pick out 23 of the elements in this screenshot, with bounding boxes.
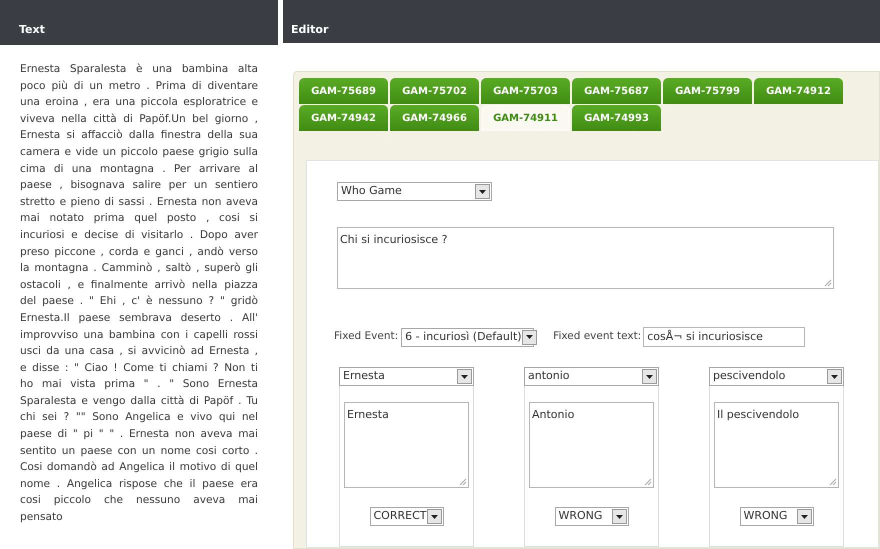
- dropdown[interactable]: WRONG: [554, 507, 628, 526]
- resize-grip-icon[interactable]: [459, 478, 467, 486]
- resize-grip-icon[interactable]: [824, 279, 832, 287]
- text-field[interactable]: cosÅ¬ si incuriosisce: [643, 327, 806, 347]
- panel-header: Text: [0, 0, 278, 45]
- dropdown[interactable]: 6 - incuriosì (Default): [401, 328, 534, 346]
- question-text-area[interactable]: Chi si incuriosisce ?: [337, 227, 834, 289]
- field-label: Fixed event text:: [553, 329, 642, 344]
- answer-text-area[interactable]: Ernesta: [344, 402, 469, 488]
- dropdown[interactable]: Ernesta: [339, 367, 474, 386]
- dropdown[interactable]: pescivendolo: [709, 367, 844, 386]
- dropdown[interactable]: CORRECT: [370, 507, 444, 526]
- answer-text-area[interactable]: Il pescivendolo: [714, 402, 839, 488]
- dropdown[interactable]: WRONG: [740, 507, 814, 526]
- field-label: Fixed Event:: [334, 329, 398, 344]
- story-text: Ernesta Sparalesta è una bambina alta poco più di un metro . Prima di diventare una eroina , era una piccola esploratrice e viveva nella città di Papöf.Un bel giorno , Ernesta si affacciò dalla finestra della sua camera e vide un piccolo paese grigio sulla cima di una montagna . Per arrivare al paese , bisognava salire per un sentiero stretto e pieno di sassi . Ernesta non aveva mai notato prima quel posto , cosi si incuriosi e decise di visitarlo . Dopo aver preso piccone , corda e ganci , andò verso la montagna . Camminò , saltò , superò gli ostacoli , e finalmente arrivò nella piazza del paese . " Ehi , c' è nessuno ? " gridò Ernesta.Il paese sembrava deserto . All' improvviso una bambina con i capelli rossi usci da una casa , si avvicinò ad Ernesta , e disse : " Ciao ! Come ti chiami ? Non ti ho mai vista prima " . " Sono Ernesta Sparalesta e vengo dalla città di Papöf . Tu chi sei ? "" Sono Angelica e vivo qui nel paese di " pi " " . Ernesta non aveva mai sentito un paese con un nome cosi corto . Cosi domandò ad Angelica il motivo di quel nome . Angelica rispose che il paese era cosi piccolo che nessuno aveva mai pensato: [19, 62, 259, 526]
- tab[interactable]: GAM-74911: [481, 105, 570, 131]
- dropdown[interactable]: antonio: [524, 367, 659, 386]
- answer-text-area[interactable]: Antonio: [529, 402, 654, 488]
- resize-grip-icon[interactable]: [644, 478, 652, 486]
- resize-grip-icon[interactable]: [829, 478, 837, 486]
- panel-header: Editor: [283, 0, 880, 43]
- dropdown[interactable]: Who Game: [337, 182, 492, 201]
